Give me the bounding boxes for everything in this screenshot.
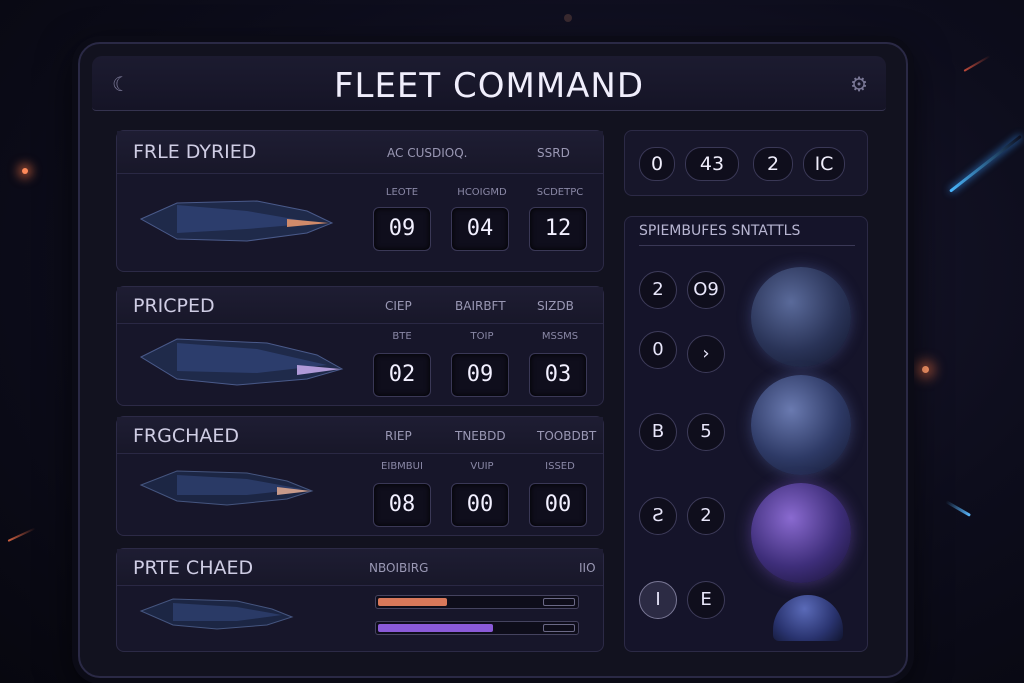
stat-value: 08	[373, 483, 431, 527]
stat-pill[interactable]: 43	[685, 147, 739, 181]
page-title: FLEET COMMAND	[333, 66, 645, 106]
planet-panel-title: SPIEMBUFES SNTATTLS	[639, 223, 855, 246]
fleet-card-header: PRTE CHAED NBOIBIRG IIO	[117, 549, 603, 586]
comet-streak	[949, 134, 1022, 193]
planet-stat-a[interactable]: B	[639, 413, 677, 451]
planet-panel: SPIEMBUFES SNTATTLS 2 O9 0 › B 5 Ƨ 2 I E	[624, 216, 868, 652]
progress-bar-fill	[378, 624, 493, 632]
planet-stat-b[interactable]: ›	[687, 335, 725, 373]
panel-header: ☾ FLEET COMMAND ⚙	[92, 56, 886, 111]
fleet-name: FRLE DYRIED	[133, 141, 257, 163]
stat-value: 12	[529, 207, 587, 251]
comet-streak	[7, 527, 36, 542]
stat-pill[interactable]: IC	[803, 147, 845, 181]
fleet-card[interactable]: FRGCHAED RIEP TNEBDD TOOBDBT EIBMBUI VUI…	[116, 416, 604, 536]
stat-value: 09	[451, 353, 509, 397]
progress-bar-cap	[543, 598, 575, 606]
background-star	[22, 168, 28, 174]
planet-stat-b[interactable]: 5	[687, 413, 725, 451]
fleet-name: FRGCHAED	[133, 425, 240, 447]
ship-icon	[139, 470, 314, 506]
fleet-card-header: PRICPED CIEP BAIRBFT SIZDB	[117, 287, 603, 324]
fleet-column-label: RIEP	[385, 429, 412, 443]
ship-icon	[139, 598, 294, 630]
stat-label: EIBMBUI	[381, 461, 423, 472]
fleet-card-header: FRLE DYRIED AC CUSDIOQ. SSRD	[117, 131, 603, 174]
stat-pill[interactable]: 2	[753, 147, 793, 181]
fleet-column-label: AC CUSDIOQ.	[387, 146, 468, 160]
stat-value: 09	[373, 207, 431, 251]
fleet-name: PRICPED	[133, 295, 215, 317]
planet-stat-a[interactable]: 0	[639, 331, 677, 369]
stat-value: 02	[373, 353, 431, 397]
fleet-name: PRTE CHAED	[133, 557, 254, 579]
planet-stat-a[interactable]: 2	[639, 271, 677, 309]
fleet-column-label: SIZDB	[537, 299, 574, 313]
stat-value: 00	[451, 483, 509, 527]
planet-stat-b[interactable]: 2	[687, 497, 725, 535]
progress-bar-fill	[378, 598, 447, 606]
stat-label: LEOTE	[385, 187, 419, 198]
fleet-command-panel: ☾ FLEET COMMAND ⚙ FRLE DYRIED AC CUSDIOQ…	[78, 42, 908, 678]
ship-icon	[139, 338, 344, 386]
stat-label: ISSED	[545, 461, 575, 472]
fleet-column-label: TOOBDBT	[537, 429, 597, 443]
fleet-card[interactable]: PRICPED CIEP BAIRBFT SIZDB BTE TOIP MSSM…	[116, 286, 604, 406]
progress-bar	[375, 595, 579, 609]
planet-stat-b[interactable]: O9	[687, 271, 725, 309]
stat-label: BTE	[392, 331, 412, 342]
fleet-column-label: CIEP	[385, 299, 412, 313]
fleet-column-label: TNEBDD	[455, 429, 506, 443]
comet-streak	[963, 55, 991, 72]
stat-label: TOIP	[470, 331, 494, 342]
planet-icon[interactable]	[751, 375, 851, 475]
fleet-card[interactable]: FRLE DYRIED AC CUSDIOQ. SSRD LEOTE HCOIG…	[116, 130, 604, 272]
stat-label: VUIP	[470, 461, 494, 472]
comet-streak	[945, 500, 971, 517]
fleet-card-header: FRGCHAED RIEP TNEBDD TOOBDBT	[117, 417, 603, 454]
planet-icon[interactable]	[751, 483, 851, 583]
planet-stat-b[interactable]: E	[687, 581, 725, 619]
stat-pill[interactable]: 0	[639, 147, 675, 181]
fleet-column-label: IIO	[579, 561, 596, 575]
progress-bar-cap	[543, 624, 575, 632]
planet-icon[interactable]	[773, 595, 843, 641]
fleet-card[interactable]: PRTE CHAED NBOIBIRG IIO	[116, 548, 604, 652]
planet-stat-a[interactable]: I	[639, 581, 677, 619]
fleet-column-label: SSRD	[537, 146, 570, 160]
planet-icon[interactable]	[751, 267, 851, 367]
background-star	[564, 14, 572, 22]
background-star	[922, 366, 929, 373]
stat-value: 04	[451, 207, 509, 251]
stats-strip: 0 43 2 IC	[624, 130, 868, 196]
ship-icon	[139, 200, 334, 242]
fleet-column-label: NBOIBIRG	[369, 561, 429, 575]
stat-value: 00	[529, 483, 587, 527]
stat-label: MSSMS	[541, 331, 579, 342]
fleet-column-label: BAIRBFT	[455, 299, 506, 313]
stat-label: SCDETPC	[536, 187, 584, 198]
progress-bar	[375, 621, 579, 635]
planet-stat-a[interactable]: Ƨ	[639, 497, 677, 535]
settings-icon[interactable]: ⚙	[850, 72, 868, 96]
stat-label: HCOIGMD	[457, 187, 507, 198]
stat-value: 03	[529, 353, 587, 397]
